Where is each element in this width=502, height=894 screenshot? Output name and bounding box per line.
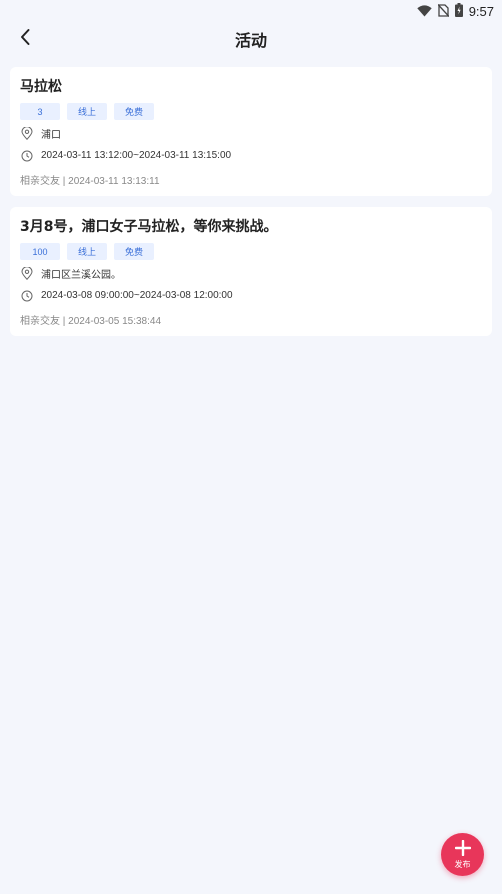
wifi-icon bbox=[416, 2, 432, 21]
back-button[interactable] bbox=[12, 26, 38, 52]
tag-mode: 线上 bbox=[67, 103, 107, 120]
tag-fee: 免费 bbox=[114, 243, 154, 260]
location-row: 浦口 bbox=[20, 125, 482, 142]
page-title: 活动 bbox=[234, 31, 267, 50]
time-row: 2024-03-08 09:00:00~2024-03-08 12:00:00 bbox=[20, 287, 482, 304]
clock-icon bbox=[21, 149, 35, 163]
location-row: 浦口区兰溪公园。 bbox=[20, 265, 482, 282]
status-time: 9:57 bbox=[468, 4, 494, 19]
location-pin-icon bbox=[21, 267, 35, 281]
tag-mode: 线上 bbox=[67, 243, 107, 260]
activity-tags: 100 线上 免费 bbox=[20, 243, 482, 260]
chevron-left-icon bbox=[19, 28, 31, 50]
clock-icon bbox=[21, 289, 35, 303]
tag-fee: 免费 bbox=[114, 103, 154, 120]
nav-bar: 活动 bbox=[0, 20, 502, 58]
activity-tags: 3 线上 免费 bbox=[20, 103, 482, 120]
tag-participants: 3 bbox=[20, 103, 60, 120]
time-row: 2024-03-11 13:12:00~2024-03-11 13:15:00 bbox=[20, 147, 482, 164]
no-sim-icon bbox=[437, 2, 450, 21]
publish-label: 发布 bbox=[454, 859, 471, 869]
activity-location: 浦口区兰溪公园。 bbox=[41, 270, 121, 281]
plus-icon bbox=[454, 839, 471, 860]
location-pin-icon bbox=[21, 127, 35, 141]
battery-charging-icon bbox=[454, 2, 463, 21]
activity-title: 3月8号，浦口女子马拉松，等你来挑战。 bbox=[20, 219, 278, 235]
activity-time-range: 2024-03-08 09:00:00~2024-03-08 12:00:00 bbox=[41, 290, 233, 301]
publish-button[interactable]: 发布 bbox=[441, 833, 484, 876]
activity-meta: 相亲交友 | 2024-03-05 15:38:44 bbox=[20, 316, 162, 327]
status-bar: 9:57 bbox=[0, 0, 502, 20]
activity-card[interactable]: 3月8号，浦口女子马拉松，等你来挑战。 100 线上 免费 浦口区兰溪公园。 2… bbox=[10, 207, 492, 336]
activity-list: 马拉松 3 线上 免费 浦口 2024-03-11 13:12:00~2024-… bbox=[0, 58, 502, 336]
activity-meta: 相亲交友 | 2024-03-11 13:13:11 bbox=[20, 176, 160, 187]
activity-time-range: 2024-03-11 13:12:00~2024-03-11 13:15:00 bbox=[41, 150, 232, 161]
activity-title: 马拉松 bbox=[20, 79, 62, 95]
tag-participants: 100 bbox=[20, 243, 60, 260]
activity-card[interactable]: 马拉松 3 线上 免费 浦口 2024-03-11 13:12:00~2024-… bbox=[10, 67, 492, 196]
activity-location: 浦口 bbox=[41, 130, 61, 141]
